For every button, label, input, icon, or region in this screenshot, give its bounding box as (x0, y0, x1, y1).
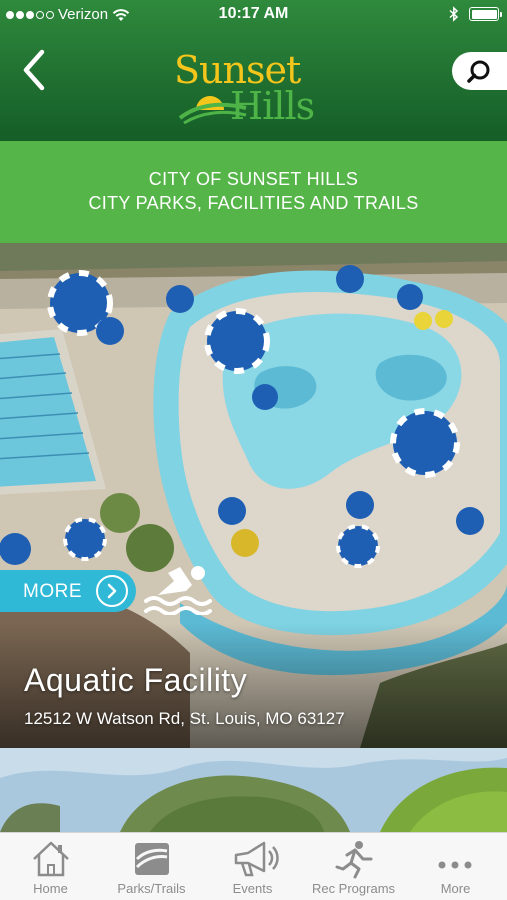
swimmer-icon (144, 566, 212, 615)
tab-parks-trails[interactable]: Parks/Trails (101, 833, 202, 900)
bottom-tab-bar: Home Parks/Trails Events Rec Programs Mo… (0, 832, 507, 900)
ellipsis-icon (438, 861, 472, 869)
facility-card-next[interactable] (0, 748, 507, 832)
app-header: Verizon 10:17 AM Sunset Hills (0, 0, 507, 141)
chevron-left-icon (23, 49, 45, 91)
tab-home[interactable]: Home (0, 833, 101, 900)
page-banner: CITY OF SUNSET HILLS CITY PARKS, FACILIT… (0, 141, 507, 243)
parks-trails-icon (135, 843, 169, 875)
status-right (449, 6, 502, 22)
status-time: 10:17 AM (218, 5, 289, 22)
status-bar: Verizon 10:17 AM (0, 0, 507, 30)
logo-word-hills: Hills (230, 84, 315, 128)
search-icon (467, 60, 490, 83)
tab-events-label: Events (232, 881, 273, 896)
facility-card-aquatic[interactable]: MORE Aquatic Facility 12512 W Watson Rd,… (0, 243, 507, 748)
banner-subtitle: CITY PARKS, FACILITIES AND TRAILS (88, 193, 419, 213)
facility-title: Aquatic Facility (24, 662, 248, 698)
battery-icon (469, 7, 502, 21)
sunset-hills-logo: Sunset Hills (168, 44, 338, 130)
tab-more-label: More (440, 881, 471, 896)
tab-rec-programs-label: Rec Programs (311, 881, 396, 896)
tab-home-label: Home (33, 881, 68, 896)
tab-parks-trails-label: Parks/Trails (117, 881, 186, 896)
runner-icon (335, 841, 373, 879)
chevron-right-circle-icon (96, 575, 128, 607)
tab-more[interactable]: More (404, 833, 507, 900)
back-button[interactable] (18, 48, 54, 92)
park-photo (0, 748, 507, 832)
home-icon (33, 841, 69, 877)
tab-rec-programs[interactable]: Rec Programs (303, 833, 404, 900)
more-label: MORE (23, 581, 82, 602)
facility-address: 12512 W Watson Rd, St. Louis, MO 63127 (24, 709, 345, 728)
more-button[interactable]: MORE (0, 570, 136, 612)
search-button[interactable] (452, 52, 507, 90)
banner-title: CITY OF SUNSET HILLS (148, 169, 359, 189)
tab-events[interactable]: Events (202, 833, 303, 900)
megaphone-icon (234, 841, 279, 877)
bluetooth-icon (449, 6, 459, 22)
